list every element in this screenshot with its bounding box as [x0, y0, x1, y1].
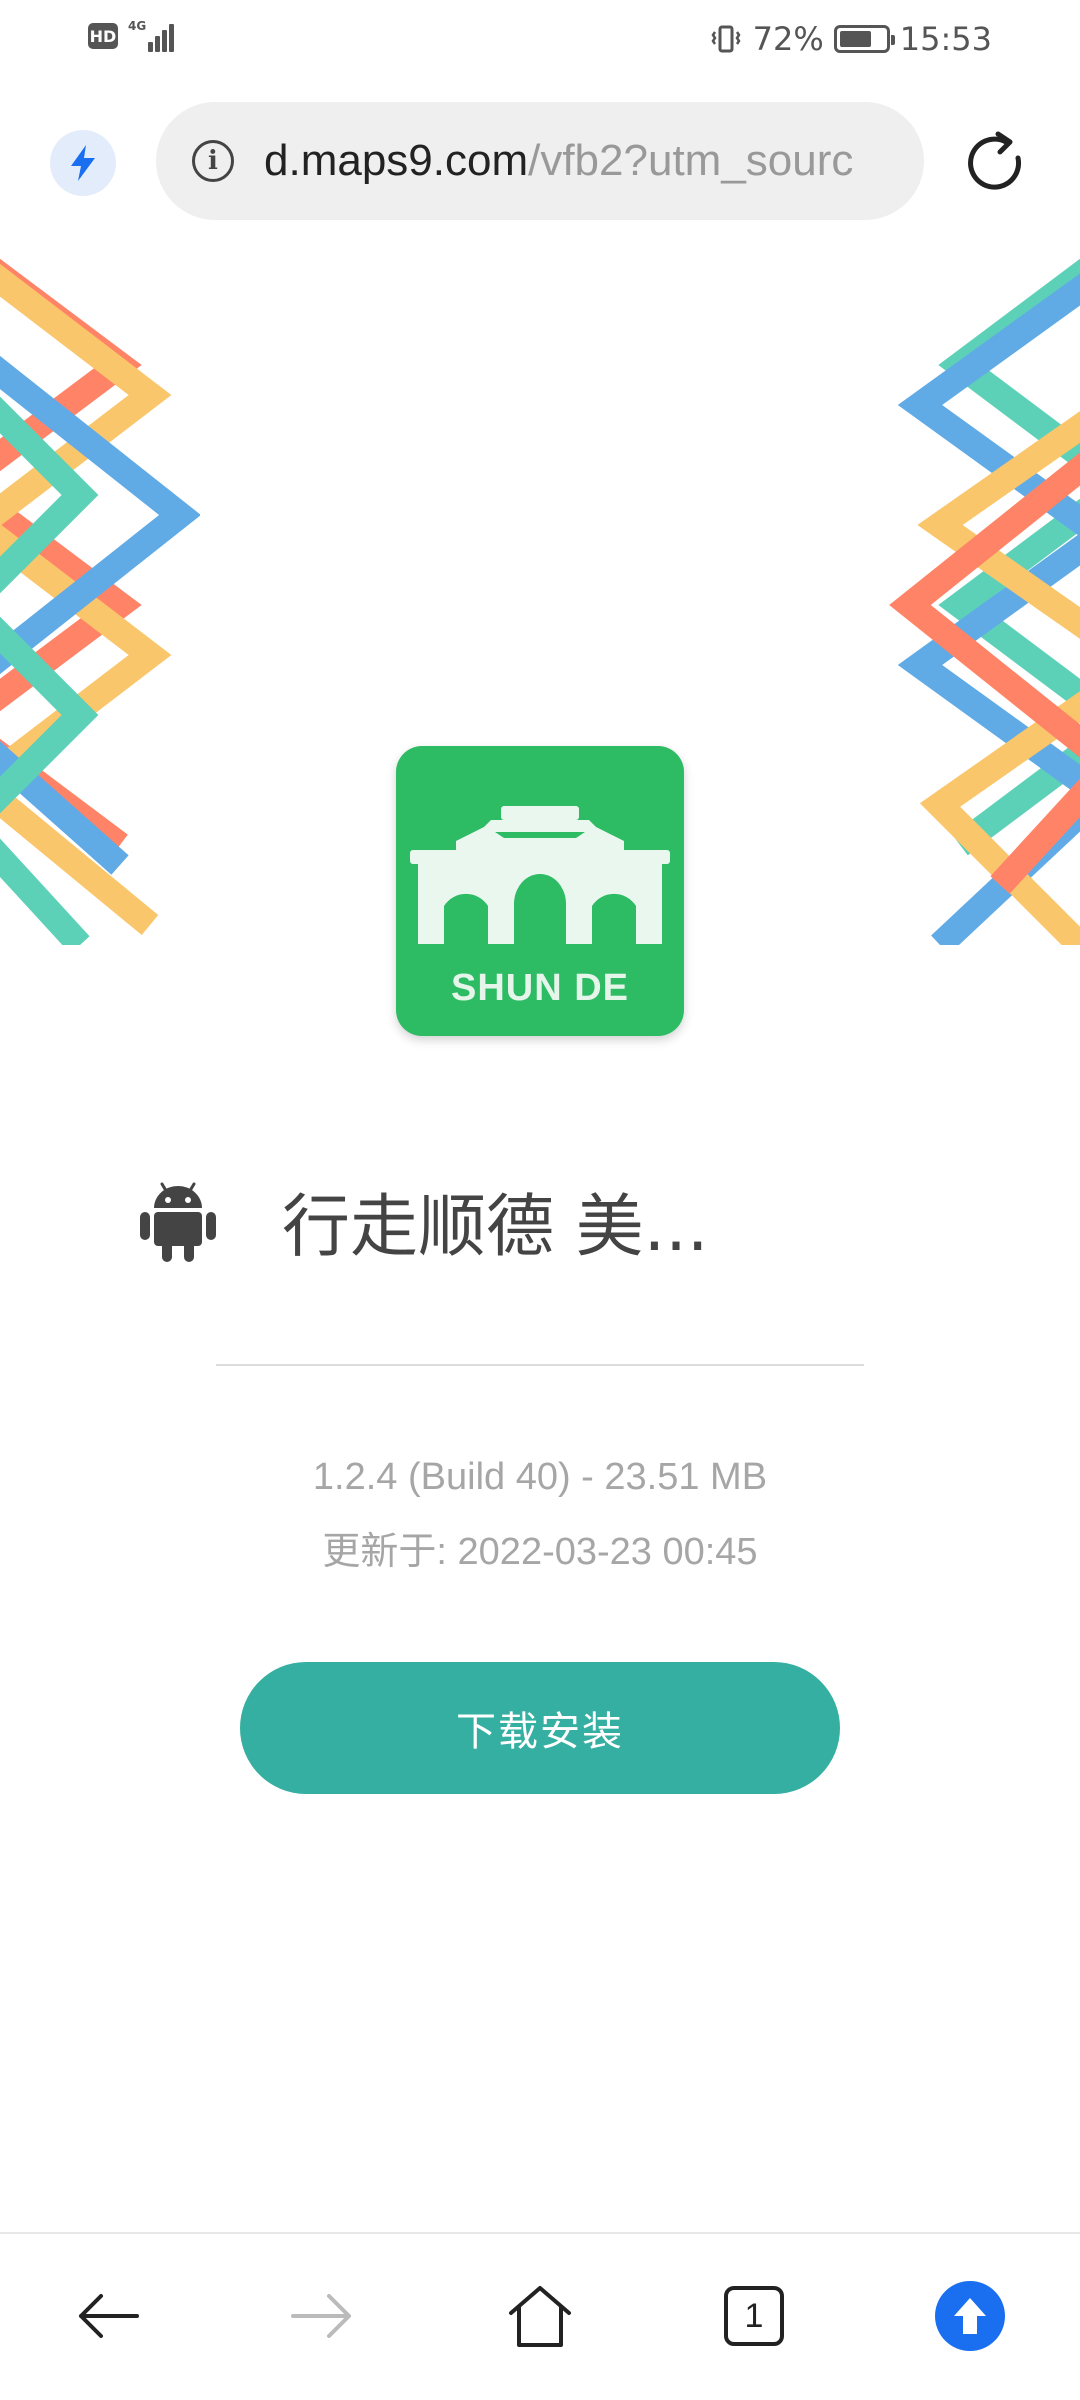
- divider: [216, 1364, 864, 1366]
- archway-logo: [410, 806, 670, 944]
- bolt-glyph: [71, 145, 95, 181]
- up-arrow-glyph: [954, 2298, 986, 2334]
- back-icon[interactable]: [68, 2276, 148, 2356]
- hd-icon: HD: [88, 23, 118, 49]
- app-title-row: 行走顺德 美...: [140, 1170, 940, 1270]
- status-right: 72% 15:53: [709, 20, 992, 58]
- app-icon-label: SHUN DE: [450, 967, 630, 1009]
- reload-icon[interactable]: [960, 128, 1030, 198]
- upload-fab: [935, 2281, 1005, 2351]
- status-time: 15:53: [899, 20, 992, 58]
- info-icon[interactable]: i: [192, 140, 234, 182]
- tab-count: 1: [724, 2286, 784, 2346]
- status-left: HD 4G: [88, 19, 175, 52]
- bottom-nav: 1: [0, 2232, 1080, 2400]
- tabs-icon[interactable]: 1: [714, 2276, 794, 2356]
- address-bar[interactable]: i d.maps9.com/vfb2?utm_sourc: [156, 102, 924, 220]
- network-type-label: 4G: [128, 19, 147, 33]
- install-button[interactable]: 下载安装: [240, 1662, 840, 1794]
- decorative-ribbons-right: [889, 258, 1080, 945]
- upload-icon[interactable]: [930, 2276, 1010, 2356]
- url-text[interactable]: d.maps9.com/vfb2?utm_sourc: [264, 136, 853, 186]
- app-title: 行走顺德 美...: [282, 1187, 709, 1267]
- updated-info: 更新于: 2022-03-23 00:45: [322, 1531, 758, 1573]
- decorative-ribbons-left: [0, 258, 200, 945]
- browser-screen: HD 4G 72% 15:53 i d.maps9.com/vfb2?utm_s…: [0, 0, 1080, 2400]
- signal-bar: [148, 42, 154, 52]
- home-glyph: [509, 2286, 571, 2347]
- android-icon: [140, 1182, 216, 1262]
- bolt-icon[interactable]: [50, 130, 116, 196]
- battery-percent: 72%: [752, 20, 824, 58]
- browser-toolbar: i d.maps9.com/vfb2?utm_sourc: [0, 96, 1080, 226]
- forward-arrow: [291, 2294, 351, 2338]
- signal-bar: [162, 30, 168, 52]
- battery-icon: [833, 25, 895, 53]
- reload-glyph: [968, 131, 1022, 190]
- status-bar: HD 4G 72% 15:53: [0, 0, 1080, 80]
- app-icon: SHUN DE: [396, 746, 684, 1036]
- battery-level: [839, 31, 872, 47]
- version-info: 1.2.4 (Build 40) - 23.51 MB: [312, 1456, 768, 1498]
- back-arrow: [79, 2294, 139, 2338]
- signal-bar: [169, 24, 175, 52]
- url-path: /vfb2?utm_sourc: [528, 136, 854, 185]
- forward-icon[interactable]: [282, 2276, 362, 2356]
- signal-bar: [155, 36, 161, 52]
- home-icon[interactable]: [500, 2276, 580, 2356]
- url-host: d.maps9.com: [264, 136, 529, 185]
- vibrate-icon: [711, 25, 741, 53]
- signal-icon: 4G: [128, 19, 175, 52]
